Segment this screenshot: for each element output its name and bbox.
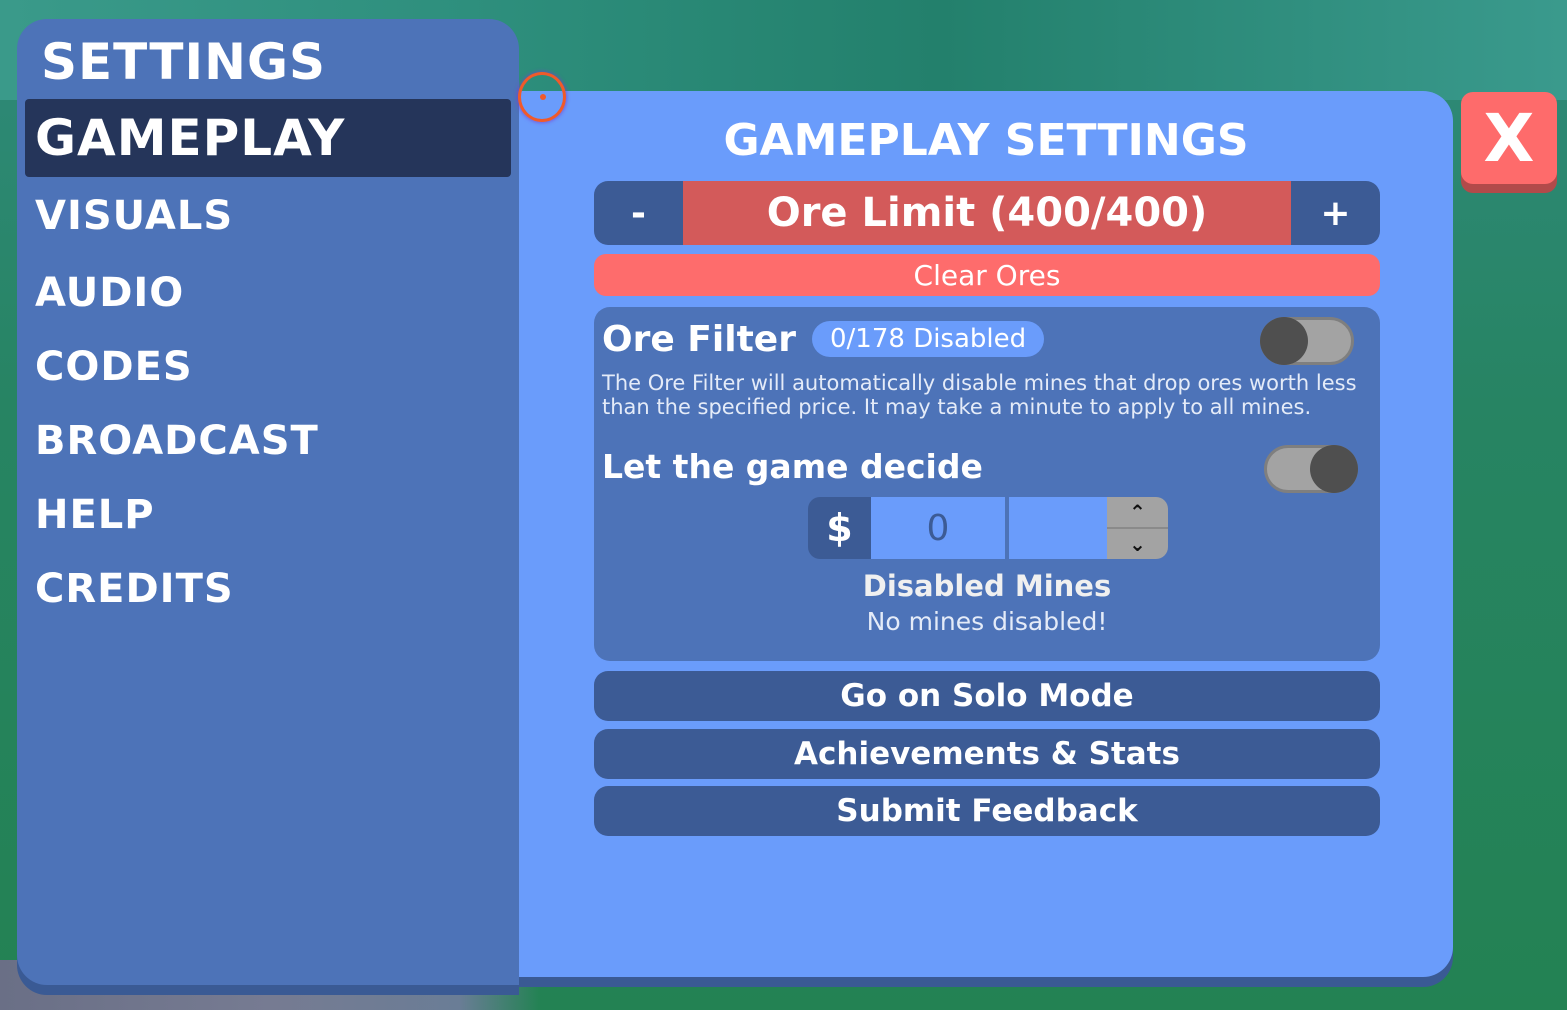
ore-limit-decrement-button[interactable]: -: [594, 181, 683, 245]
ore-filter-title: Ore Filter: [602, 319, 796, 360]
page-title: GAMEPLAY SETTINGS: [723, 115, 1249, 166]
price-input[interactable]: [871, 497, 1005, 559]
close-icon: X: [1483, 99, 1535, 177]
settings-sidebar: SETTINGS GAMEPLAY VISUALS AUDIO CODES BR…: [17, 19, 519, 985]
ore-filter-section: Ore Filter 0/178 Disabled The Ore Filter…: [594, 307, 1380, 661]
ore-limit-label: Ore Limit (400/400): [683, 181, 1291, 245]
toggle-knob: [1310, 445, 1358, 493]
chevron-up-icon[interactable]: ⌃: [1107, 497, 1168, 529]
ore-filter-toggle[interactable]: [1260, 317, 1354, 365]
sidebar-item-codes[interactable]: CODES: [25, 328, 511, 406]
let-game-decide-label: Let the game decide: [602, 447, 983, 486]
let-game-decide-toggle[interactable]: [1264, 445, 1358, 493]
sidebar-item-broadcast[interactable]: BROADCAST: [25, 402, 511, 480]
sidebar-item-gameplay[interactable]: GAMEPLAY: [25, 99, 511, 177]
ore-filter-description: The Ore Filter will automatically disabl…: [602, 371, 1357, 419]
ore-limit-increment-button[interactable]: +: [1291, 181, 1380, 245]
gameplay-settings-panel: GAMEPLAY SETTINGS - Ore Limit (400/400) …: [519, 91, 1453, 977]
price-input-group: $ ⌃ ⌄: [808, 497, 1168, 559]
toggle-knob: [1260, 317, 1308, 365]
disabled-mines-status: No mines disabled!: [866, 607, 1108, 636]
clear-ores-button[interactable]: Clear Ores: [594, 254, 1380, 296]
sidebar-item-visuals[interactable]: VISUALS: [25, 177, 511, 255]
solo-mode-button[interactable]: Go on Solo Mode: [594, 671, 1380, 721]
ore-limit-control: - Ore Limit (400/400) +: [594, 181, 1380, 245]
sidebar-item-help[interactable]: HELP: [25, 476, 511, 554]
close-button[interactable]: X: [1461, 92, 1557, 184]
sidebar-title: SETTINGS: [41, 33, 327, 91]
chevron-down-icon[interactable]: ⌄: [1107, 529, 1168, 559]
sidebar-item-audio[interactable]: AUDIO: [25, 254, 511, 332]
disabled-mines-title: Disabled Mines: [862, 569, 1112, 603]
sidebar-item-credits[interactable]: CREDITS: [25, 550, 511, 628]
price-suffix-input[interactable]: [1009, 497, 1107, 559]
cursor-dot-icon: [540, 94, 546, 100]
price-stepper: ⌃ ⌄: [1107, 497, 1168, 559]
submit-feedback-button[interactable]: Submit Feedback: [594, 786, 1380, 836]
ore-filter-status-badge: 0/178 Disabled: [812, 321, 1045, 357]
achievements-stats-button[interactable]: Achievements & Stats: [594, 729, 1380, 779]
dollar-icon: $: [808, 497, 871, 559]
